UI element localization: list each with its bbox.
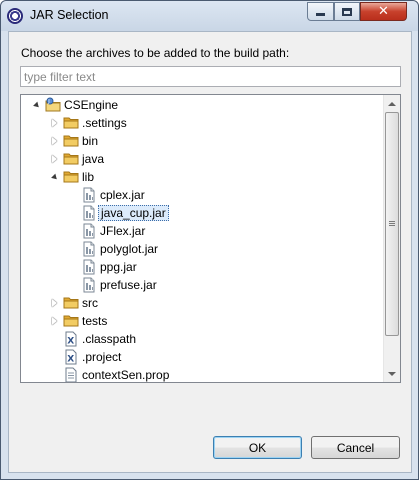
tree-item-label: polyglot.jar xyxy=(100,242,159,256)
ok-button[interactable]: OK xyxy=(213,436,302,459)
dialog-prompt: Choose the archives to be added to the b… xyxy=(21,46,290,60)
tree-item-label: lib xyxy=(82,170,95,184)
xml-file-icon: X xyxy=(63,349,79,365)
jar-icon xyxy=(81,205,97,221)
xml-file-icon: X xyxy=(63,331,79,347)
folder-icon xyxy=(63,313,79,329)
tree-item-label: prefuse.jar xyxy=(100,278,157,292)
collapsed-arrow-icon[interactable] xyxy=(50,316,59,325)
jar-icon xyxy=(81,241,97,257)
dialog-body: Choose the archives to be added to the b… xyxy=(8,31,412,473)
minimize-button[interactable] xyxy=(307,2,334,21)
arrow-down-icon xyxy=(388,371,396,376)
tree-item-label: contextSen.prop xyxy=(82,368,170,382)
svg-text:X: X xyxy=(67,337,74,347)
project-icon: J xyxy=(45,97,61,113)
scroll-down-button[interactable] xyxy=(384,365,400,382)
collapsed-arrow-icon[interactable] xyxy=(50,136,59,145)
tree-item[interactable]: bin xyxy=(21,132,383,150)
window-title: JAR Selection xyxy=(30,8,109,22)
tree-item-label: .classpath xyxy=(82,332,137,346)
tree-item[interactable]: src xyxy=(21,294,383,312)
jar-icon xyxy=(81,259,97,275)
tree-item[interactable]: tests xyxy=(21,312,383,330)
folder-icon xyxy=(63,133,79,149)
tree-item-label: ppg.jar xyxy=(100,260,137,274)
close-icon: ✕ xyxy=(378,4,389,19)
tree-item[interactable]: ppg.jar xyxy=(21,258,383,276)
svg-text:X: X xyxy=(67,355,74,365)
tree-item[interactable]: contextSen.prop xyxy=(21,366,383,382)
tree-item-label: .project xyxy=(82,350,122,364)
tree-root-project[interactable]: J CSEngine xyxy=(21,96,383,114)
cancel-button[interactable]: Cancel xyxy=(311,436,400,459)
tree-item[interactable]: prefuse.jar xyxy=(21,276,383,294)
scroll-thumb[interactable] xyxy=(385,112,399,336)
collapsed-arrow-icon[interactable] xyxy=(50,118,59,127)
archive-tree[interactable]: J CSEngine .settings bin java lib cplex.jar jav… xyxy=(20,94,401,383)
collapsed-arrow-icon[interactable] xyxy=(50,154,59,163)
jar-icon xyxy=(81,223,97,239)
expanded-arrow-icon[interactable] xyxy=(50,172,59,182)
tree-item-label: java_cup.jar xyxy=(98,205,169,221)
tree-item[interactable]: lib xyxy=(21,168,383,186)
tree-item[interactable]: JFlex.jar xyxy=(21,222,383,240)
tree-item[interactable]: .settings xyxy=(21,114,383,132)
tree-item-label: .settings xyxy=(82,116,127,130)
text-file-icon xyxy=(63,367,79,382)
tree-item[interactable]: java_cup.jar xyxy=(21,204,383,222)
tree-item-label: bin xyxy=(82,134,99,148)
folder-icon xyxy=(63,169,79,185)
tree-item-label: src xyxy=(82,296,98,310)
tree-item[interactable]: X .classpath xyxy=(21,330,383,348)
eclipse-icon xyxy=(7,8,23,24)
folder-icon xyxy=(63,115,79,131)
tree-item-label: cplex.jar xyxy=(100,188,145,202)
jar-selection-window: JAR Selection ✕ Choose the archives to b… xyxy=(0,0,419,480)
folder-icon xyxy=(63,151,79,167)
tree-item[interactable]: cplex.jar xyxy=(21,186,383,204)
tree-item-label: java xyxy=(82,152,105,166)
svg-text:J: J xyxy=(47,99,49,105)
minimize-icon xyxy=(316,13,325,16)
tree-item-label: CSEngine xyxy=(64,98,119,112)
maximize-button[interactable] xyxy=(334,2,360,21)
title-bar[interactable]: JAR Selection ✕ xyxy=(1,1,418,31)
maximize-icon xyxy=(342,7,352,16)
folder-icon xyxy=(63,295,79,311)
tree-item[interactable]: java xyxy=(21,150,383,168)
close-button[interactable]: ✕ xyxy=(360,2,407,21)
tree-item[interactable]: X .project xyxy=(21,348,383,366)
filter-input[interactable] xyxy=(20,66,401,87)
tree-item[interactable]: polyglot.jar xyxy=(21,240,383,258)
grip-icon xyxy=(389,221,395,227)
jar-icon xyxy=(81,187,97,203)
tree-item-label: tests xyxy=(82,314,108,328)
tree-item-label: JFlex.jar xyxy=(100,224,146,238)
jar-icon xyxy=(81,277,97,293)
vertical-scrollbar[interactable] xyxy=(383,95,400,382)
arrow-up-icon xyxy=(388,101,396,106)
scroll-up-button[interactable] xyxy=(384,95,400,112)
expanded-arrow-icon[interactable] xyxy=(32,100,41,110)
collapsed-arrow-icon[interactable] xyxy=(50,298,59,307)
